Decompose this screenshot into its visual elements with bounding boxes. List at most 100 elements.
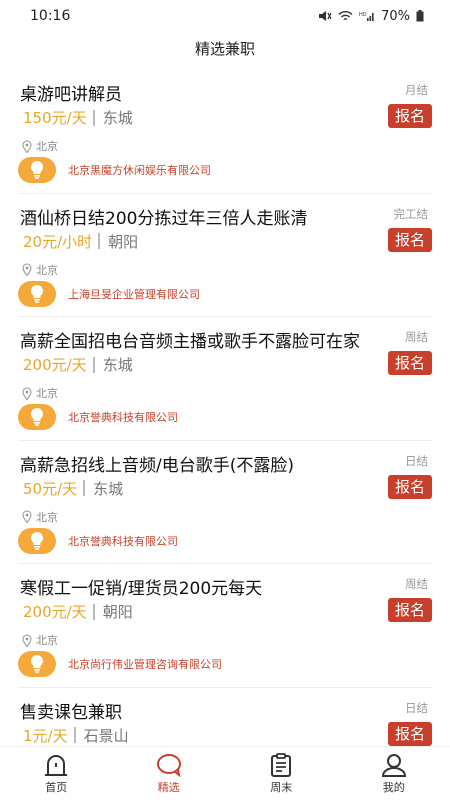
job-card[interactable]: 售卖课包兼职 日结 1元/天 石景山 报名 [18,688,432,747]
settlement-type: 日结 [405,453,428,468]
signal-icon: HD [359,12,374,21]
company-row: 北京誉典科技有限公司 [18,404,178,430]
location-row: 北京 [22,632,58,648]
location-row: 北京 [22,385,58,401]
battery-icon [416,10,424,22]
location-text: 北京 [36,140,58,153]
company-name: 北京誉典科技有限公司 [68,411,178,424]
company-name: 北京黑魔方休闲娱乐有限公司 [68,164,211,177]
chat-bubble-icon [156,754,181,777]
mute-icon [319,11,332,21]
salary: 20元/小时 [23,232,93,251]
tab-label: 精选 [157,781,180,794]
apply-button[interactable]: 报名 [388,474,432,499]
status-icons: HD 70% [318,9,424,24]
salary-row: 50元/天 东城 [23,478,123,499]
tab-profile[interactable]: 我的 [338,747,450,800]
district: 东城 [93,479,124,498]
job-list: 桌游吧讲解员 月结 150元/天 东城 报名 北京 北京黑魔方休闲娱乐有限公司 … [0,70,450,746]
location-pin-icon [22,139,32,153]
page-title: 精选兼职 [194,40,255,58]
district: 朝阳 [102,603,133,621]
location-text: 北京 [36,387,58,400]
divider [92,109,95,126]
job-title: 售卖课包兼职 [20,702,122,723]
svg-text:HD: HD [359,12,367,18]
job-title: 酒仙桥日结200分拣过年三倍人走账清 [20,208,308,229]
salary-row: 1元/天 石景山 [23,725,129,746]
job-card[interactable]: 酒仙桥日结200分拣过年三倍人走账清 完工结 20元/小时 朝阳 报名 北京 上… [18,194,432,317]
job-title: 高薪急招线上音频/电台歌手(不露脸) [20,455,294,476]
location-row: 北京 [22,138,58,154]
salary-row: 200元/天 朝阳 [23,601,133,622]
location-row: 北京 [22,509,58,525]
lightbulb-icon [18,651,56,677]
lightbulb-icon [18,404,56,430]
wifi-icon [338,11,353,21]
location-pin-icon [22,633,32,647]
district: 东城 [102,109,133,127]
location-text: 北京 [36,510,58,524]
lightbulb-icon [18,280,56,307]
tab-selected[interactable]: 精选 [113,747,226,800]
location-text: 北京 [36,263,58,277]
job-card[interactable]: 桌游吧讲解员 月结 150元/天 东城 报名 北京 北京黑魔方休闲娱乐有限公司 [18,70,432,194]
divider [73,727,76,743]
location-pin-icon [22,386,32,400]
divider [83,480,86,496]
settlement-type: 日结 [405,700,428,715]
company-name: 北京尚行伟业管理咨询有限公司 [68,658,222,671]
location-pin-icon [22,510,32,523]
lightbulb-icon [18,157,56,183]
tab-label: 周末 [270,781,293,794]
district: 朝阳 [108,232,139,251]
location-row: 北京 [22,262,58,278]
apply-button[interactable]: 报名 [388,104,432,128]
district: 东城 [102,356,133,374]
job-title: 桌游吧讲解员 [20,85,122,105]
job-card[interactable]: 寒假工一促销/理货员200元每天 周结 200元/天 朝阳 报名 北京 北京尚行… [18,564,432,688]
divider [98,233,101,249]
location-text: 北京 [36,634,58,647]
salary-row: 150元/天 东城 [23,107,133,128]
status-time: 10:16 [30,8,71,24]
settlement-type: 完工结 [393,206,429,221]
company-row: 北京尚行伟业管理咨询有限公司 [18,651,222,677]
salary-row: 20元/小时 朝阳 [23,231,138,252]
salary: 200元/天 [23,603,87,621]
salary: 150元/天 [23,109,87,127]
job-title: 高薪全国招电台音频主播或歌手不露脸可在家 [20,332,360,352]
apply-button[interactable]: 报名 [388,351,432,375]
tab-home[interactable]: 首页 [0,747,113,800]
apply-button[interactable]: 报名 [388,227,432,252]
salary: 1元/天 [23,726,68,745]
settlement-type: 周结 [405,577,428,591]
divider [92,603,95,620]
company-name: 上海旦旻企业管理有限公司 [68,287,200,301]
lightbulb-icon [18,527,56,554]
company-row: 北京誉典科技有限公司 [18,527,178,554]
district: 石景山 [83,726,129,745]
tab-weekend[interactable]: 周末 [225,747,338,800]
settlement-type: 周结 [405,330,428,344]
clipboard-icon [271,753,292,777]
user-icon [381,754,406,777]
apply-button[interactable]: 报名 [388,598,432,622]
company-row: 北京黑魔方休闲娱乐有限公司 [18,157,211,183]
tab-label: 首页 [45,781,68,794]
salary-row: 200元/天 东城 [23,354,133,375]
company-name: 北京誉典科技有限公司 [68,534,178,548]
job-title: 寒假工一促销/理货员200元每天 [20,579,263,599]
settlement-type: 月结 [405,83,428,97]
bottom-tab-bar: 首页 精选 周末 我的 [0,746,450,800]
status-bar: 10:16 HD 70% [0,0,450,32]
job-card[interactable]: 高薪全国招电台音频主播或歌手不露脸可在家 周结 200元/天 东城 报名 北京 … [18,317,432,441]
tab-label: 我的 [382,781,405,794]
job-card[interactable]: 高薪急招线上音频/电台歌手(不露脸) 日结 50元/天 东城 报名 北京 北京誉… [18,441,432,564]
battery-percent: 70% [381,8,410,24]
apply-button[interactable]: 报名 [388,721,432,746]
location-pin-icon [22,263,32,276]
salary: 200元/天 [23,356,87,374]
company-row: 上海旦旻企业管理有限公司 [18,280,200,307]
home-icon [45,755,68,776]
